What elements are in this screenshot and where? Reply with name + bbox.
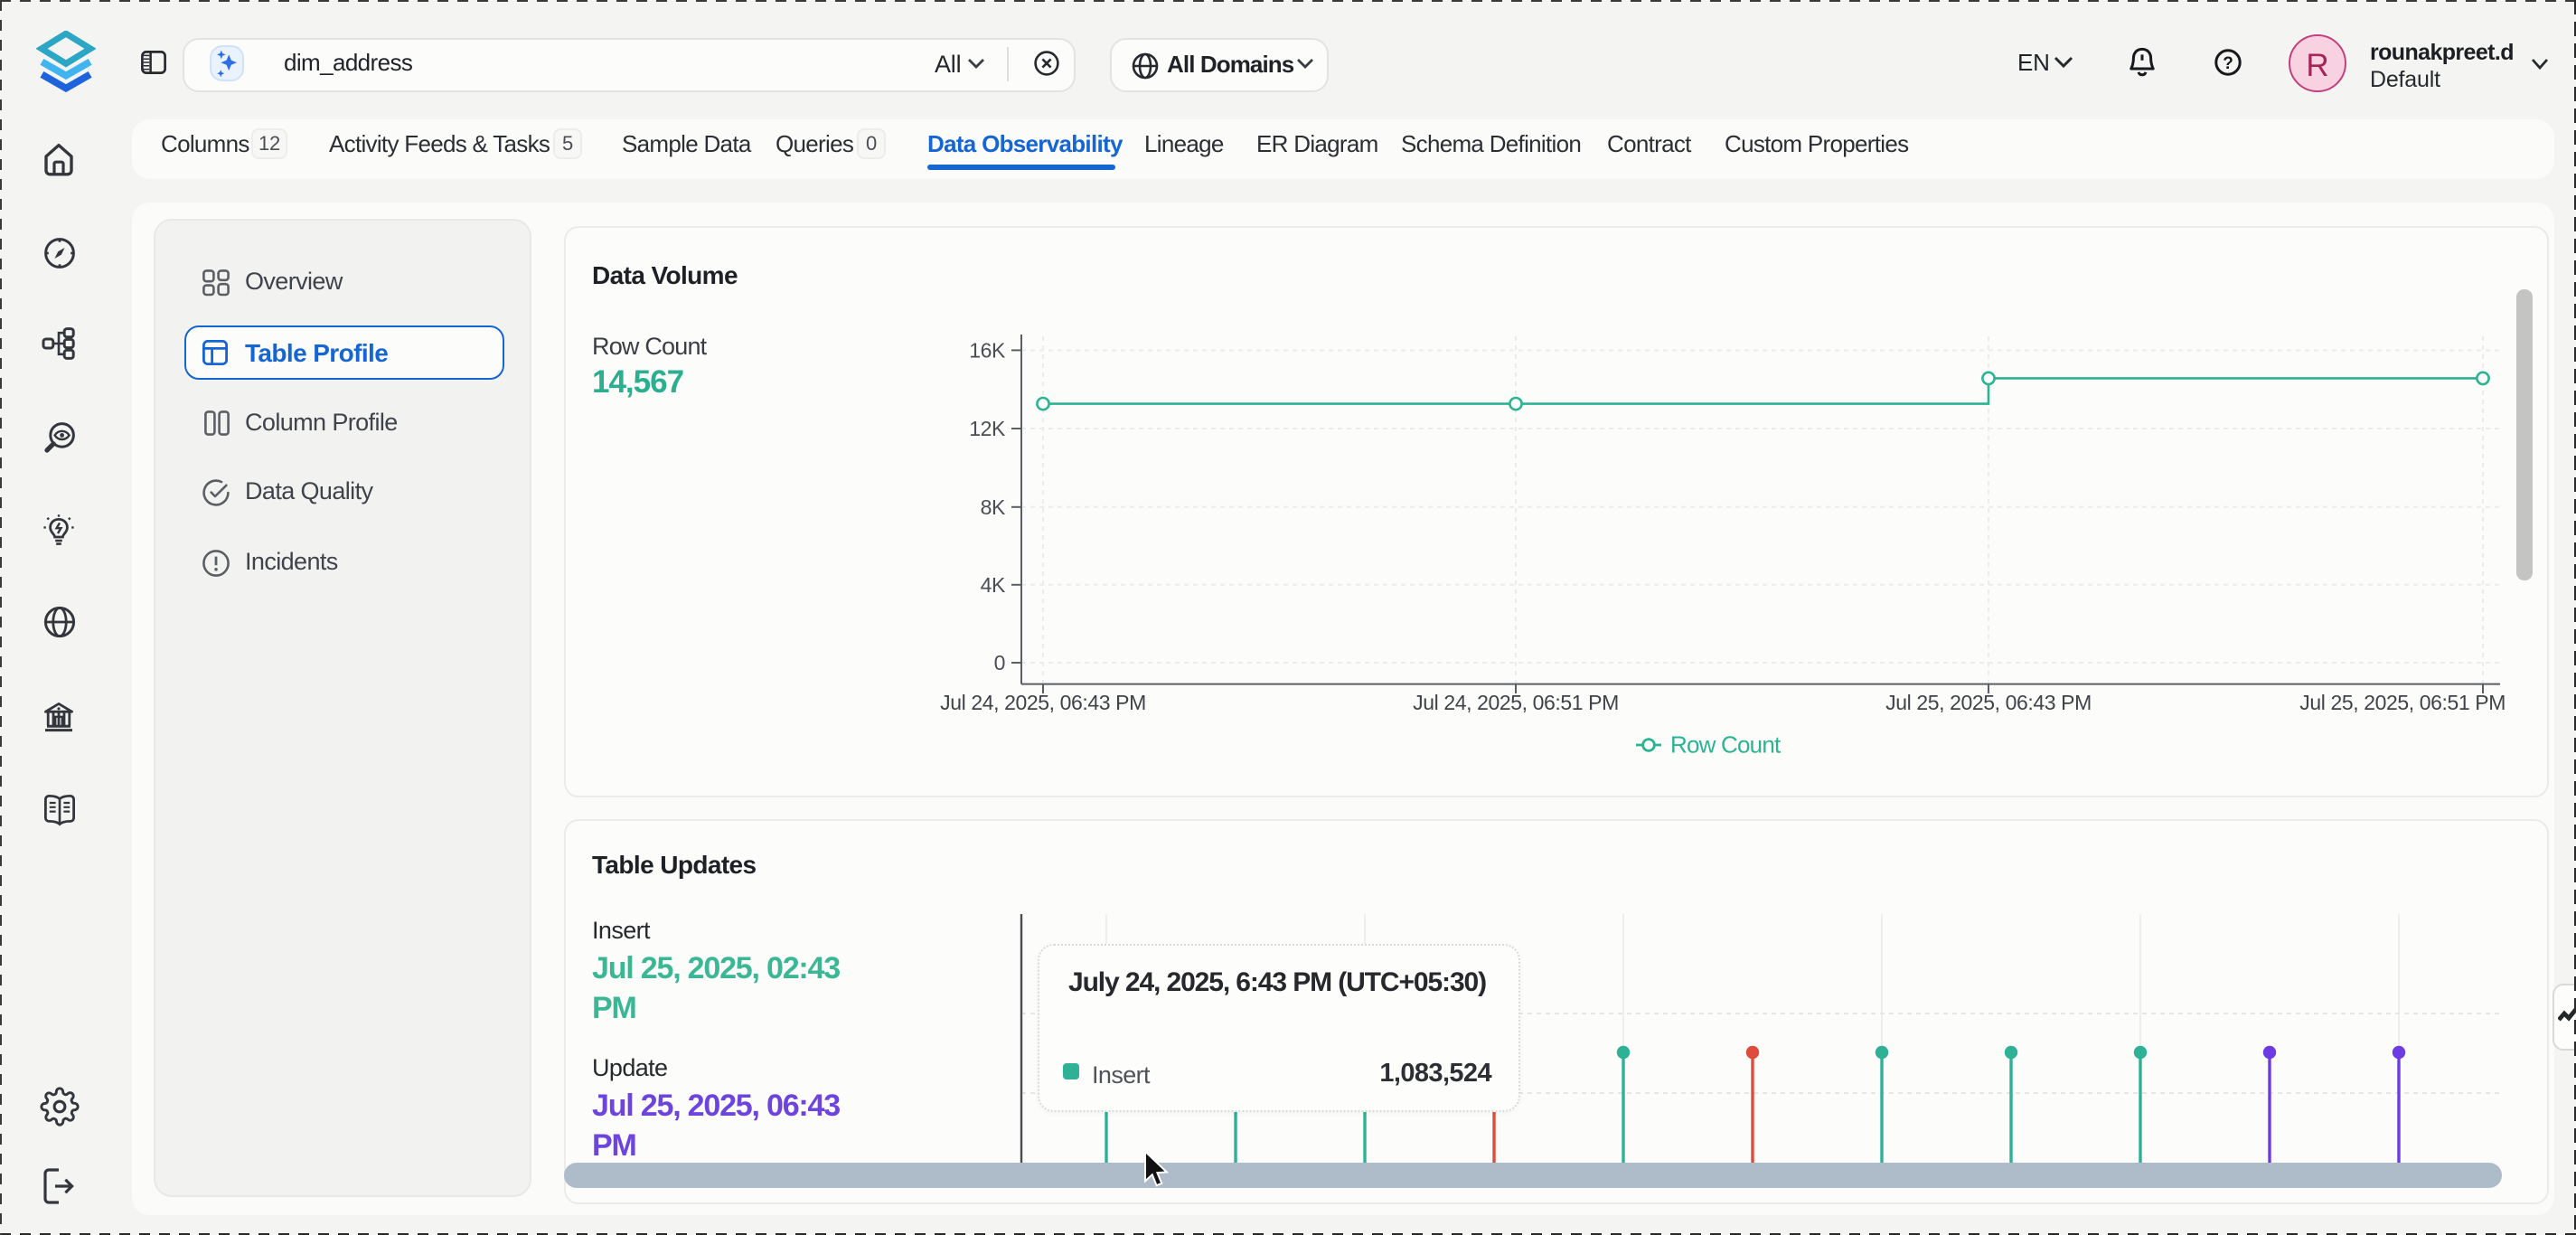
- svg-text:12K: 12K: [969, 417, 1006, 440]
- svg-text:Jul 24, 2025, 06:43 PM: Jul 24, 2025, 06:43 PM: [940, 691, 1146, 714]
- svg-text:Row Count: Row Count: [1670, 731, 1782, 758]
- svg-text:0: 0: [994, 651, 1005, 674]
- svg-text:Jul 25, 2025, 06:43 PM: Jul 25, 2025, 06:43 PM: [1885, 691, 2092, 714]
- svg-text:Jul 25, 2025, 06:51 PM: Jul 25, 2025, 06:51 PM: [2299, 691, 2505, 714]
- svg-text:4K: 4K: [981, 573, 1006, 597]
- svg-text:Jul 24, 2025, 06:51 PM: Jul 24, 2025, 06:51 PM: [1413, 691, 1619, 714]
- svg-text:8K: 8K: [981, 495, 1006, 519]
- svg-text:16K: 16K: [969, 338, 1006, 362]
- svg-text:?: ?: [2223, 54, 2233, 73]
